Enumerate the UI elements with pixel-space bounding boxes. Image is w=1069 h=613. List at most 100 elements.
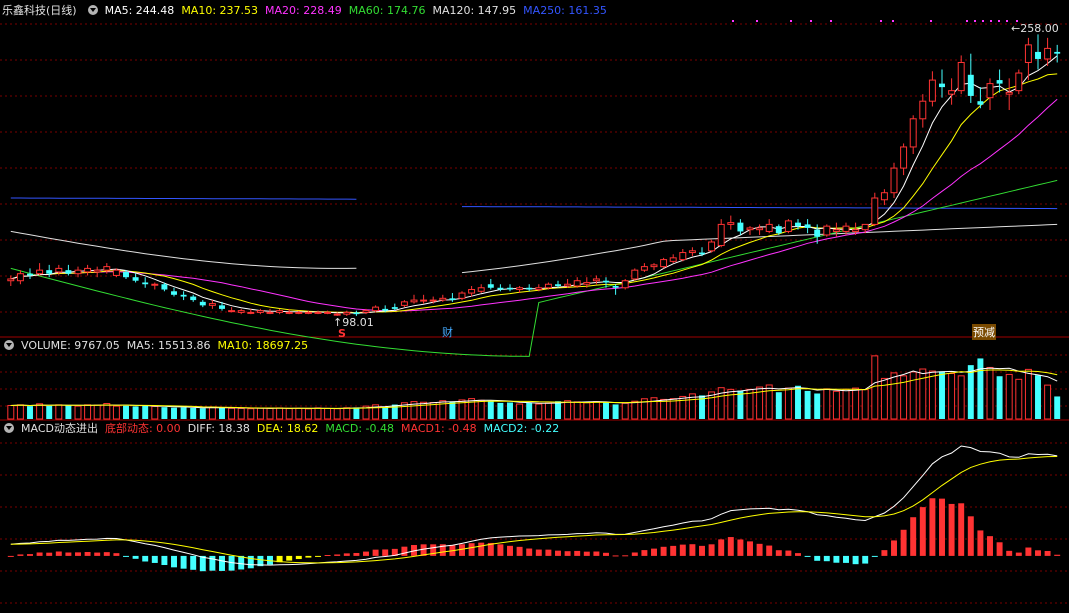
volume-bar [123,405,129,419]
volume-bar [564,400,572,420]
candle-body [842,225,850,232]
ma10-line [10,73,1058,314]
macd-bar [1006,550,1013,556]
volume-legend: VOLUME: 9767.05 MA5: 15513.86 MA10: 18697.… [21,339,315,352]
macd-bar [939,498,945,556]
volume-bar [161,407,168,419]
macd-bar [1044,550,1051,556]
volume-bar [1015,378,1023,420]
volume-bar [247,408,255,420]
candle-body [555,284,561,286]
candle-body [1015,72,1023,92]
macd-bar [574,550,581,556]
macd-bar [689,544,696,556]
macd-bar [353,552,360,556]
macd-bar [977,530,984,556]
chart-root: { "stock_title": "乐鑫科技(日线)", "price_ma":… [0,0,1069,613]
candle-body [247,311,255,314]
candle-body [324,311,332,314]
ma250-line [462,206,1058,210]
volume-bar [497,402,504,419]
dropdown-icon[interactable] [87,5,98,15]
macd-bar [103,552,110,556]
volume-bar [190,407,197,419]
candle-body [650,264,658,268]
volume-bar [516,403,524,420]
signal-dot [1006,20,1008,22]
candle-body [487,284,494,288]
candle-body [708,241,716,252]
macd-bar [708,544,715,556]
dropdown-icon[interactable] [4,340,14,350]
chart-svg [0,20,1069,604]
volume-bar [592,401,600,420]
volume-bar [449,401,456,419]
candle-body [276,310,284,313]
macd-bar [987,536,993,556]
signal-dot [732,20,734,22]
volume-bar [507,402,513,419]
volume-bar [151,405,159,420]
price-ma-legend: MA5: 244.48 MA10: 237.53 MA20: 228.49 MA60:… [105,4,614,17]
candle-body [304,311,312,314]
candle-body [737,222,744,232]
macd-bar [967,516,974,556]
candle-body [382,308,389,311]
candle-body [880,192,888,201]
candle-body [679,252,687,261]
macd-item-3: DEA: 18.62 [256,422,319,435]
volume-bar [957,375,965,420]
volume-bar [7,404,15,420]
volume-bar [986,366,994,420]
candle-body [814,229,821,237]
dropdown-icon[interactable] [4,423,14,433]
macd-bar [660,546,667,556]
high-price-label: ←258.00 [1011,22,1059,35]
candle-body [151,283,159,286]
signal-dot [966,20,968,22]
macd-bar [46,552,53,556]
volume-bar [276,407,284,420]
volume-bar [55,404,63,420]
macd-bar [814,555,821,561]
macd-bar [142,555,149,562]
volume-bar [112,405,120,420]
macd-bar [775,550,782,556]
volume-bar [804,390,811,419]
candle-body [871,197,879,225]
candle-body [640,266,648,271]
signal-dot [998,20,1000,22]
volume-bar [1054,396,1061,419]
volume-bar [295,407,303,420]
candle-body [977,101,984,105]
candle-body [458,292,466,299]
volume-bar [208,406,216,420]
volume-bar [304,408,312,420]
forecast-decline-marker: 预减 [972,324,996,340]
macd-bar [900,529,907,556]
candle-body [477,287,485,292]
macd-bar [36,552,43,556]
macd-bar [1035,550,1041,556]
candle-body [1054,51,1061,54]
candle-body [1035,51,1041,59]
macd-header: MACD动态进出 底部动态: 0.00 DIFF: 18.38 DEA: 18.62 M… [0,421,573,437]
macd-bar [679,544,686,556]
volume-bar [256,407,264,420]
volume-bar [535,403,543,420]
price-ma-item-5: MA250: 161.35 [523,4,607,17]
candle-body [967,74,974,96]
volume-bar [487,401,494,419]
macd-bar [7,555,14,557]
macd-bar [113,553,120,556]
macd-bar [670,545,677,556]
macd-bar [17,554,24,556]
volume-bar [765,384,773,420]
candle-body [928,79,936,102]
candle-body [890,167,898,194]
candle-body [219,305,225,309]
volume-bar [977,358,984,419]
macd-bar [123,555,129,557]
macd-bar [641,550,648,556]
macd-bar [526,548,533,556]
